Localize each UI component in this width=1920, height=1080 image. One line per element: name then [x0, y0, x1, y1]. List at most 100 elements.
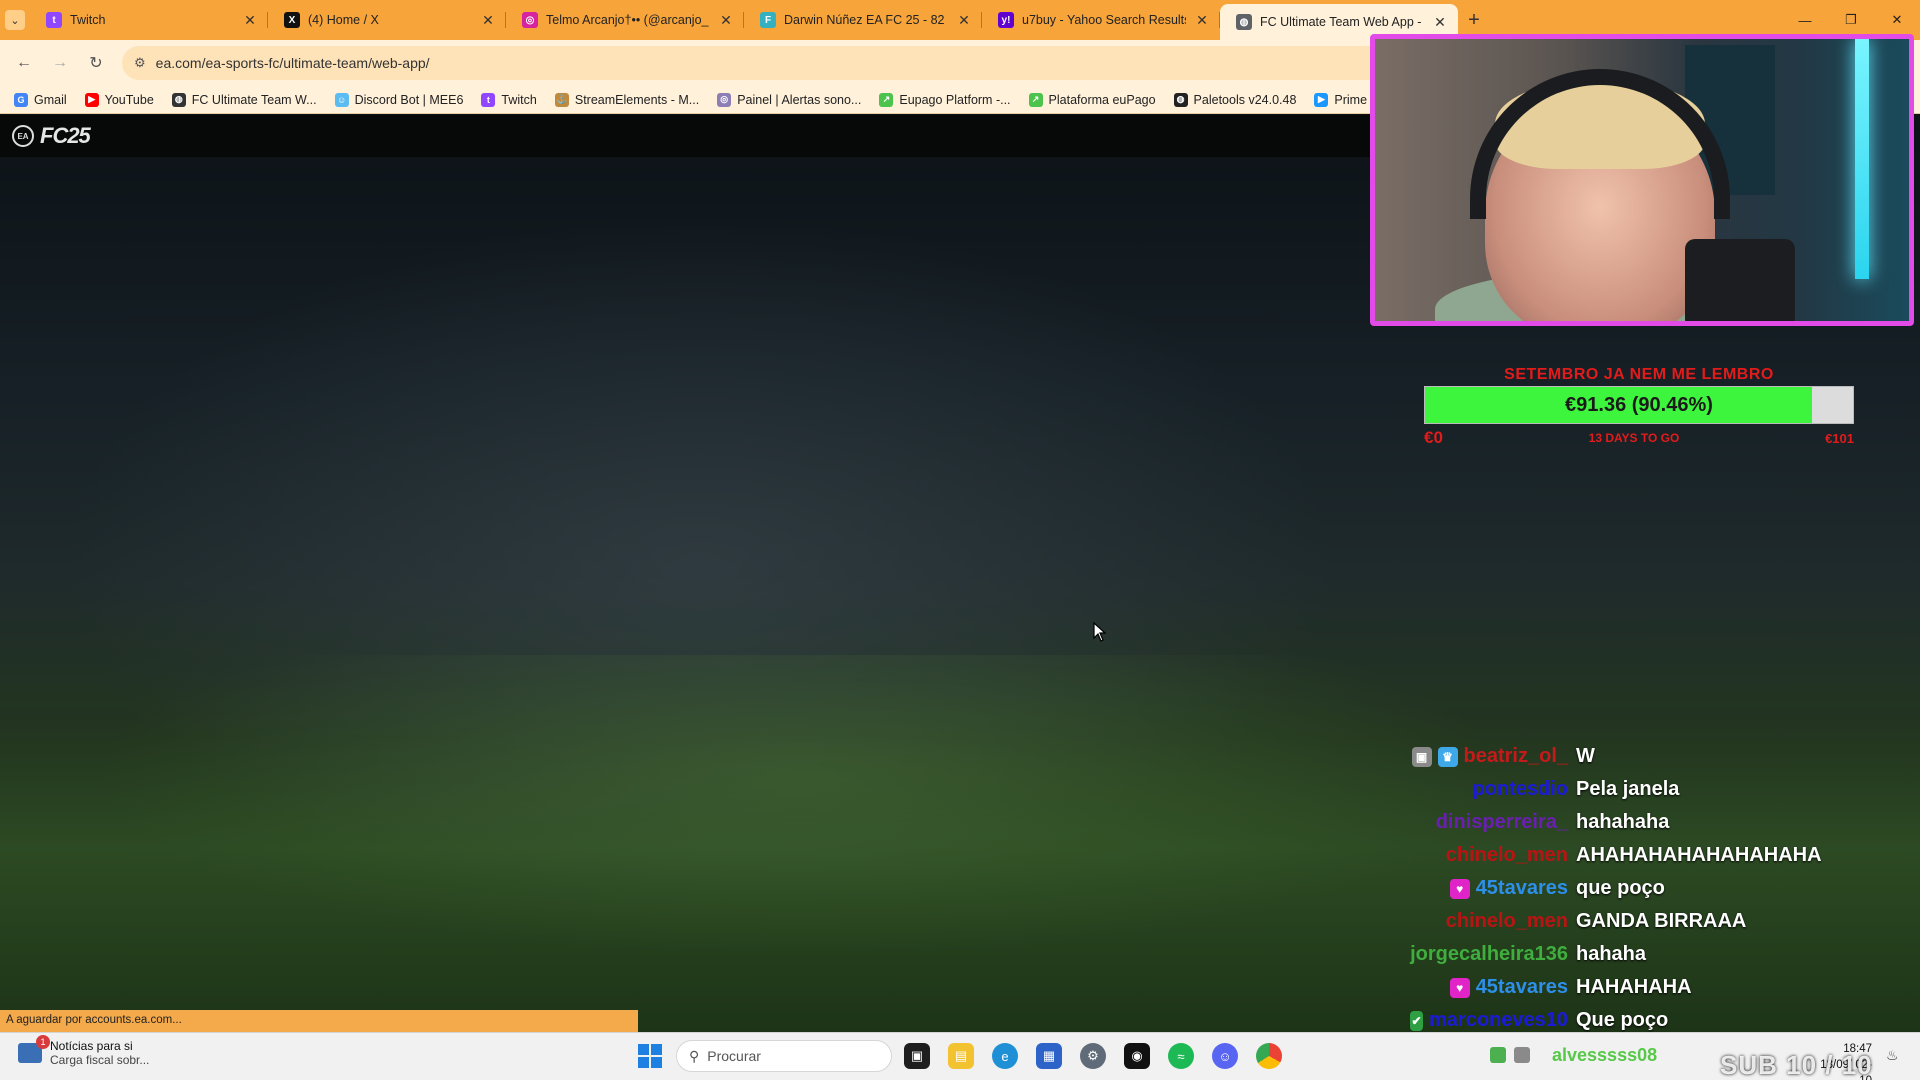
- tab-title: Darwin Núñez EA FC 25 - 82 - F: [784, 13, 948, 27]
- chat-message: chinelo_men GANDA BIRRAAA: [1410, 905, 1920, 938]
- edge-icon[interactable]: e: [992, 1043, 1018, 1069]
- bookmark-item[interactable]: G Gmail: [14, 92, 67, 107]
- bookmark-item[interactable]: ◍ Paletools v24.0.48: [1173, 92, 1296, 107]
- kick-app-icon[interactable]: ◉: [1124, 1043, 1150, 1069]
- bookmark-item[interactable]: ↗ Eupago Platform -...: [879, 92, 1011, 107]
- browser-tab[interactable]: X (4) Home / X ✕: [268, 0, 506, 40]
- instagram-icon: ◎: [522, 12, 538, 28]
- chat-message: ♥ 45tavares HAHAHAHA: [1410, 971, 1920, 1004]
- chat-username: beatriz_ol_: [1463, 745, 1568, 767]
- cam-badge-icon: ▣: [1411, 746, 1432, 767]
- chat-message: ▣ ♛ beatriz_ol_ W: [1410, 740, 1920, 773]
- store-icon[interactable]: ▦: [1036, 1043, 1062, 1069]
- news-widget[interactable]: 1 Notícias para si Carga fiscal sobr...: [18, 1035, 149, 1067]
- close-tab-icon[interactable]: ✕: [1432, 14, 1448, 31]
- discord-icon[interactable]: ☺: [1212, 1043, 1238, 1069]
- browser-tab[interactable]: ◎ Telmo Arcanjo†•• (@arcanjo_ ✕: [506, 0, 744, 40]
- site-info-icon[interactable]: ⚙: [134, 55, 146, 71]
- microphone-icon: [1685, 239, 1795, 321]
- bookmark-item[interactable]: t Twitch: [481, 92, 537, 107]
- google-icon: G: [14, 92, 28, 107]
- close-tab-icon[interactable]: ✕: [242, 12, 258, 29]
- app-header: EA FC25: [0, 115, 1370, 157]
- news-count-badge: 1: [36, 1035, 50, 1049]
- chat-user: dinisperreira_: [1410, 811, 1576, 834]
- bell-icon[interactable]: ♨: [1886, 1047, 1899, 1064]
- chat-text: Que poço: [1576, 1009, 1669, 1031]
- spotify-icon[interactable]: ≈: [1168, 1043, 1194, 1069]
- crown-badge-icon: ♛: [1437, 746, 1458, 767]
- windows-taskbar: 1 Notícias para si Carga fiscal sobr... …: [0, 1032, 1920, 1080]
- chat-user: ✔ marconeves10: [1410, 1009, 1576, 1032]
- bookmark-item[interactable]: ◍ FC Ultimate Team W...: [171, 92, 317, 107]
- chat-user: chinelo_men: [1410, 910, 1576, 933]
- file-explorer-icon[interactable]: ▤: [948, 1043, 974, 1069]
- arrow-left-icon: ←: [16, 54, 32, 71]
- tab-search-button[interactable]: ⌄: [0, 0, 30, 40]
- bookmark-item[interactable]: ↗ Plataforma euPago: [1028, 92, 1156, 107]
- news-text: Notícias para si Carga fiscal sobr...: [50, 1039, 149, 1067]
- chat-user: chinelo_men: [1410, 844, 1576, 867]
- chevron-down-icon: ⌄: [5, 10, 25, 30]
- reload-button[interactable]: ↻: [80, 47, 112, 79]
- donation-goal: SETEMBRO JA NEM ME LEMBRO €91.36 (90.46%…: [1424, 366, 1854, 448]
- goal-meta: €0 13 DAYS TO GO €101: [1424, 428, 1854, 448]
- goal-amount: €91.36 (90.46%): [1565, 393, 1713, 416]
- twitch-icon: t: [481, 92, 496, 107]
- bookmark-label: Gmail: [34, 92, 67, 107]
- bookmark-item[interactable]: ◎ Painel | Alertas sono...: [717, 92, 861, 107]
- bookmark-item[interactable]: ☺ Discord Bot | MEE6: [334, 92, 464, 107]
- paletools-icon: ◍: [1173, 92, 1188, 107]
- chat-user: ♥ 45tavares: [1410, 877, 1576, 900]
- youtube-icon: ▶: [84, 92, 99, 107]
- chrome-icon[interactable]: [1256, 1043, 1282, 1069]
- tab-title: u7buy - Yahoo Search Results: [1022, 13, 1186, 27]
- chat-username: jorgecalheira136: [1410, 943, 1568, 965]
- settings-icon[interactable]: ⚙: [1080, 1043, 1106, 1069]
- streamelements-icon: ⚓: [554, 92, 569, 107]
- chat-username: chinelo_men: [1445, 844, 1568, 866]
- browser-tab[interactable]: y! u7buy - Yahoo Search Results ✕: [982, 0, 1220, 40]
- chat-message: dinisperreira_ hahahaha: [1410, 806, 1920, 839]
- close-tab-icon[interactable]: ✕: [956, 12, 972, 29]
- gift-badge-icon: ♥: [1449, 977, 1470, 998]
- tray-username: alvesssss08: [1552, 1045, 1658, 1065]
- tray-app-icon[interactable]: [1490, 1047, 1506, 1063]
- mee6-icon: ☺: [334, 92, 349, 107]
- browser-tab[interactable]: t Twitch ✕: [30, 0, 268, 40]
- taskbar-search[interactable]: ⚲ Procurar: [676, 1040, 892, 1072]
- bookmark-label: Twitch: [501, 92, 537, 107]
- forward-button[interactable]: →: [44, 47, 76, 79]
- windows-start-button[interactable]: [638, 1044, 662, 1068]
- chat-text: AHAHAHAHAHAHAHAHA: [1576, 844, 1822, 866]
- taskbar-search-placeholder: Procurar: [707, 1048, 761, 1064]
- bookmark-label: StreamElements - M...: [574, 92, 700, 107]
- tab-title: Twitch: [70, 13, 106, 27]
- close-tab-icon[interactable]: ✕: [480, 12, 496, 29]
- chat-text: hahaha: [1576, 943, 1647, 965]
- chat-message: ♥ 45tavares que poço: [1410, 872, 1920, 905]
- eupago-icon: ↗: [1028, 92, 1043, 107]
- news-icon: 1: [18, 1035, 50, 1063]
- x-icon: X: [284, 12, 300, 28]
- shield-icon[interactable]: [1514, 1047, 1530, 1063]
- sub-goal-counter: SUB 10 / 10: [1720, 1050, 1873, 1080]
- bookmark-label: YouTube: [104, 92, 154, 107]
- chat-message: jorgecalheira136 hahaha: [1410, 938, 1920, 971]
- chat-username: dinisperreira_: [1435, 811, 1568, 833]
- bookmark-label: FC Ultimate Team W...: [191, 92, 317, 107]
- tab-title: FC Ultimate Team Web App - E: [1260, 15, 1424, 29]
- browser-tab[interactable]: F Darwin Núñez EA FC 25 - 82 - F ✕: [744, 0, 982, 40]
- close-tab-icon[interactable]: ✕: [718, 12, 734, 29]
- url-text: ea.com/ea-sports-fc/ultimate-team/web-ap…: [155, 55, 430, 71]
- bookmark-item[interactable]: ⚓ StreamElements - M...: [554, 92, 700, 107]
- chat-text: que poço: [1576, 877, 1665, 899]
- system-tray: [1490, 1047, 1530, 1063]
- task-view-icon[interactable]: ▣: [904, 1043, 930, 1069]
- back-button[interactable]: ←: [8, 47, 40, 79]
- bookmark-label: Discord Bot | MEE6: [354, 92, 464, 107]
- chat-text: HAHAHAHA: [1576, 976, 1692, 998]
- news-subtitle: Carga fiscal sobr...: [50, 1053, 150, 1067]
- close-tab-icon[interactable]: ✕: [1194, 12, 1210, 29]
- bookmark-item[interactable]: ▶ YouTube: [84, 92, 154, 107]
